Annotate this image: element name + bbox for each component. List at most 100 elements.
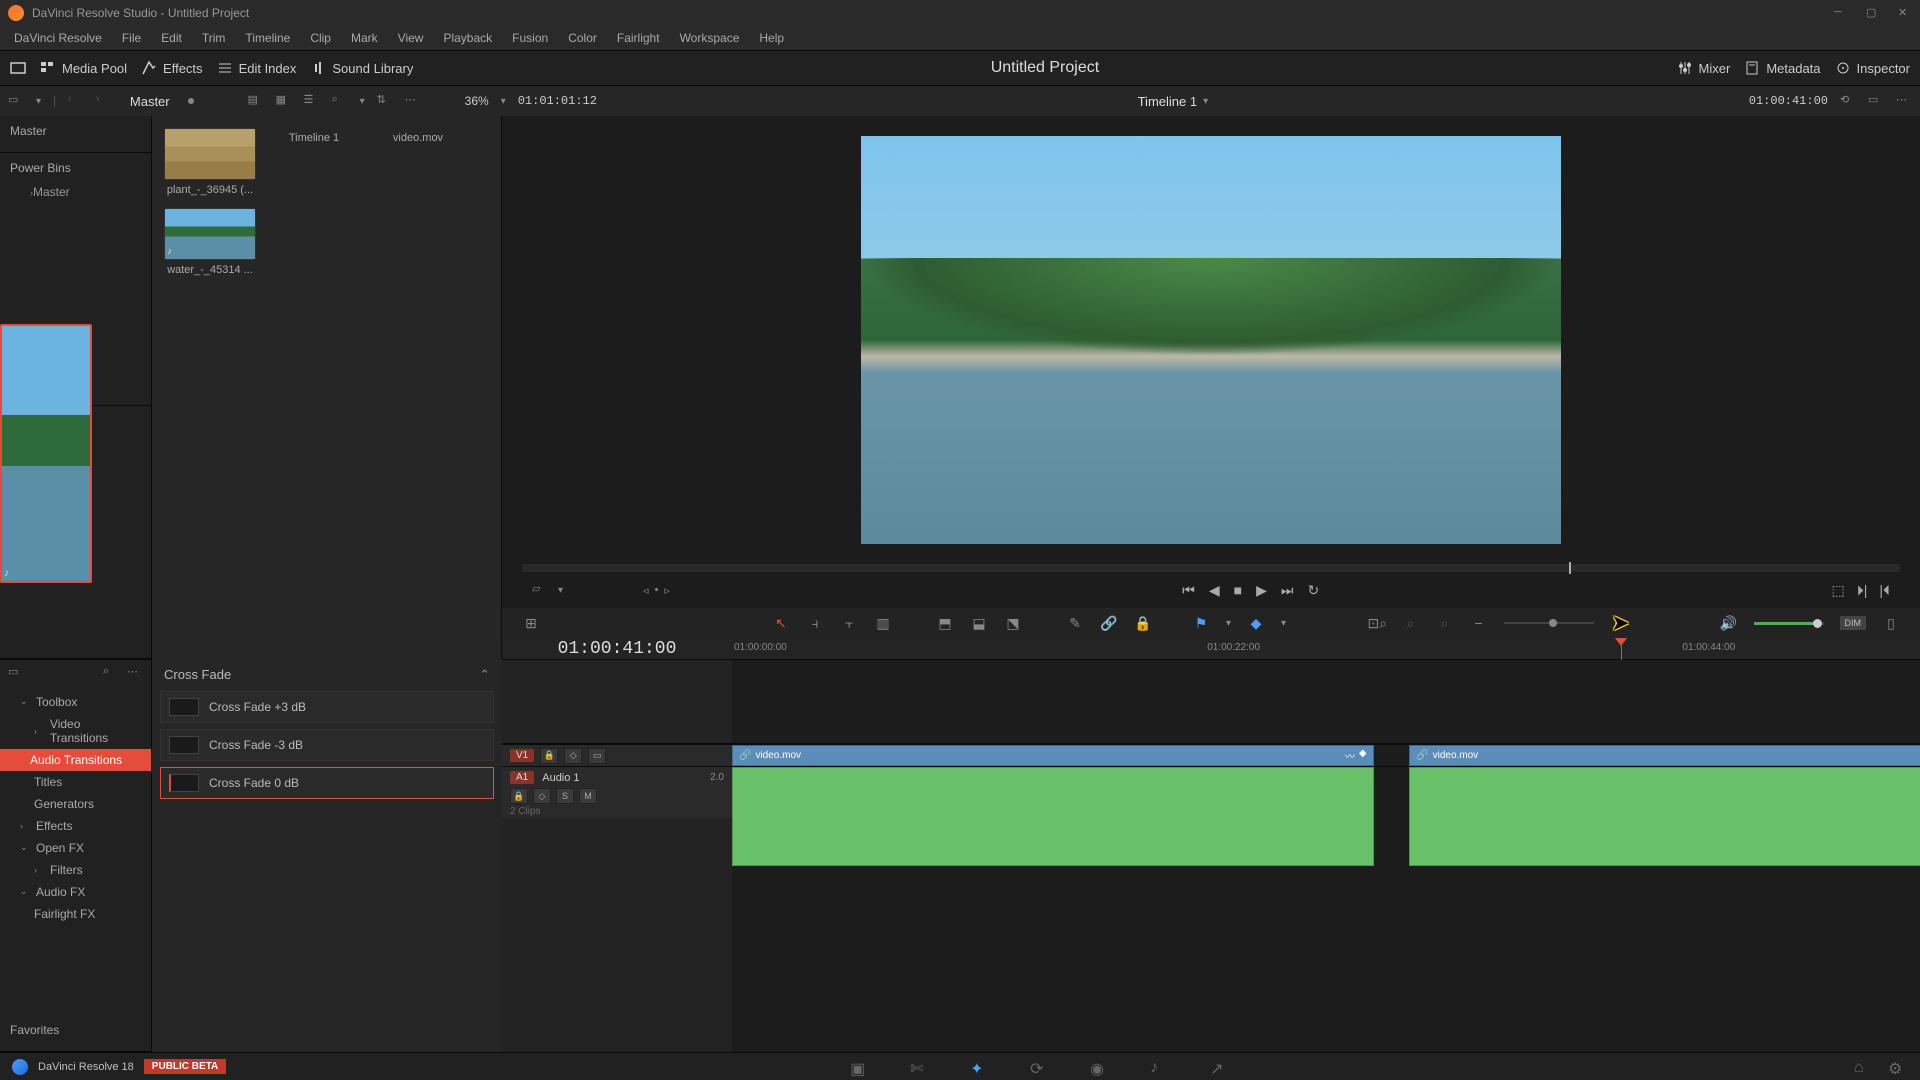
speaker-icon[interactable]: 🔊	[1720, 615, 1738, 632]
master-bin[interactable]: Master	[10, 124, 141, 138]
bin-path[interactable]: Master	[124, 94, 176, 109]
dim-button[interactable]: DIM	[1840, 616, 1867, 630]
fx-crossfade-0[interactable]: Cross Fade 0 dB	[160, 767, 494, 799]
in-point-icon[interactable]: ⏵|	[1857, 582, 1868, 599]
volume-slider[interactable]	[1754, 622, 1824, 625]
zoom-percent[interactable]: 36%	[465, 94, 489, 108]
chevron-down-icon[interactable]: ▾	[36, 96, 41, 107]
menu-help[interactable]: Help	[751, 29, 792, 47]
match-frame-icon[interactable]: ⬚	[1831, 582, 1844, 599]
marker-icon[interactable]: ◆	[1247, 615, 1265, 632]
options-dots-icon[interactable]: ⋯	[1896, 93, 1912, 109]
zoom-full-icon[interactable]: ⊡⌕	[1368, 615, 1386, 632]
fx-favorites[interactable]: Favorites	[10, 1023, 141, 1037]
video-clip-1[interactable]: 🔗 video.mov 〰◆	[732, 745, 1374, 766]
menu-color[interactable]: Color	[560, 29, 605, 47]
blade-tool[interactable]: ▥	[874, 615, 892, 632]
media-page-tab[interactable]: ▣	[850, 1059, 870, 1075]
layout-icon[interactable]	[10, 60, 26, 76]
menu-clip[interactable]: Clip	[302, 29, 339, 47]
stop-button[interactable]: ■	[1234, 582, 1242, 598]
fx-toolbox[interactable]: ⌄Toolbox	[0, 691, 151, 713]
a1-mute-button[interactable]: M	[579, 788, 597, 804]
audio-track-1[interactable]	[732, 766, 1920, 866]
v1-auto-icon[interactable]: ◇	[564, 748, 582, 764]
deliver-page-tab[interactable]: ↗	[1210, 1059, 1230, 1075]
effects-toggle[interactable]: Effects	[141, 60, 203, 76]
mixer-toggle[interactable]: Mixer	[1677, 60, 1731, 76]
menu-file[interactable]: File	[114, 29, 149, 47]
menu-fairlight[interactable]: Fairlight	[609, 29, 668, 47]
a1-track-header[interactable]: A1 Audio 1 2.0 🔒 ◇ S M 2	[502, 766, 732, 818]
audio-clip-1[interactable]	[732, 767, 1374, 866]
v1-badge[interactable]: V1	[510, 749, 534, 762]
fx-effects[interactable]: ›Effects	[0, 815, 151, 837]
menu-edit[interactable]: Edit	[153, 29, 190, 47]
v1-track-header[interactable]: V1 🔒 ◇ ▭	[502, 744, 732, 766]
metadata-toggle[interactable]: Metadata	[1744, 60, 1820, 76]
link-icon[interactable]: 🔗	[1100, 615, 1118, 632]
home-icon[interactable]: ⌂	[1854, 1059, 1874, 1075]
fx-fairlightfx[interactable]: Fairlight FX	[0, 903, 151, 925]
clip-timeline1[interactable]: Timeline 1	[268, 128, 360, 196]
single-viewer-icon[interactable]: ▭	[1868, 93, 1884, 109]
menu-trim[interactable]: Trim	[194, 29, 234, 47]
nav-back-icon[interactable]: ‹	[68, 93, 84, 109]
menu-fusion[interactable]: Fusion	[504, 29, 556, 47]
zoom-custom-icon[interactable]: ⌕	[1436, 615, 1454, 632]
v1-enable-icon[interactable]: ▭	[588, 748, 606, 764]
razor-icon[interactable]: ✎	[1066, 615, 1084, 632]
trim-tool[interactable]: ⫞	[806, 615, 824, 632]
fx-video-transitions[interactable]: ›Video Transitions	[0, 713, 151, 749]
minimize-button[interactable]: ─	[1834, 6, 1848, 20]
clip-water[interactable]: ♪ water_-_45314 ...	[164, 208, 256, 276]
overwrite-clip-icon[interactable]: ⬓	[970, 615, 988, 632]
a1-auto-icon[interactable]: ◇	[533, 788, 551, 804]
timeline-ruler[interactable]: 01:00:00:00 01:00:22:00 01:00:44:00	[732, 638, 1920, 659]
view-grid-icon[interactable]: ▦	[276, 93, 292, 109]
a1-solo-button[interactable]: S	[556, 788, 574, 804]
go-end-button[interactable]: ⏭	[1281, 582, 1294, 599]
menu-davinci[interactable]: DaVinci Resolve	[6, 29, 110, 47]
go-start-button[interactable]: ⏮	[1182, 582, 1195, 599]
fx-generators[interactable]: Generators	[0, 793, 151, 815]
fusion-page-tab[interactable]: ⟳	[1030, 1059, 1050, 1075]
view-list-icon[interactable]: ☰	[304, 93, 320, 109]
source-timecode[interactable]: 01:01:01:12	[518, 94, 597, 108]
fx-panel-icon[interactable]: ▭	[8, 665, 24, 681]
viewer[interactable]	[502, 116, 1920, 564]
close-button[interactable]: ✕	[1898, 6, 1912, 20]
media-pool-toggle[interactable]: Media Pool	[40, 60, 127, 76]
menu-workspace[interactable]: Workspace	[672, 29, 748, 47]
fx-audio-transitions[interactable]: Audio Transitions	[0, 749, 151, 771]
current-edit-icon[interactable]: •	[655, 584, 659, 597]
timeline-view-icon[interactable]: ⊞	[522, 615, 540, 632]
settings-icon[interactable]: ⚙	[1888, 1059, 1908, 1075]
powerbins-master[interactable]: ›Master	[10, 181, 141, 203]
nav-fwd-icon[interactable]: ›	[96, 93, 112, 109]
dynamic-trim-tool[interactable]: ⫟	[840, 615, 858, 632]
menu-timeline[interactable]: Timeline	[237, 29, 298, 47]
crop-chevron-icon[interactable]: ▾	[558, 585, 563, 596]
lock-icon[interactable]: 🔒	[1134, 615, 1152, 632]
menu-view[interactable]: View	[390, 29, 432, 47]
viewer-timecode[interactable]: 01:00:41:00	[1749, 94, 1828, 108]
a1-lock-icon[interactable]: 🔒	[510, 788, 528, 804]
audio-clip-2[interactable]	[1409, 767, 1920, 866]
next-edit-icon[interactable]: ▹	[664, 584, 670, 597]
timeline-name[interactable]: Timeline 1	[1138, 94, 1197, 109]
fx-crossfade-minus3[interactable]: Cross Fade -3 dB	[160, 729, 494, 761]
cut-page-tab[interactable]: ✄	[910, 1059, 930, 1075]
step-back-button[interactable]: ◀	[1209, 582, 1220, 599]
inspector-toggle[interactable]: Inspector	[1835, 60, 1910, 76]
fx-openfx[interactable]: ⌄Open FX	[0, 837, 151, 859]
out-point-icon[interactable]: |⏴	[1879, 582, 1890, 599]
mixer-panel-icon[interactable]: ▯	[1882, 615, 1900, 632]
video-clip-2[interactable]: 🔗 video.mov	[1409, 745, 1920, 766]
replace-clip-icon[interactable]: ⬔	[1004, 615, 1022, 632]
sound-library-toggle[interactable]: Sound Library	[310, 60, 413, 76]
bin-list-icon[interactable]: ▭	[8, 93, 24, 109]
search-chevron-icon[interactable]: ▾	[360, 96, 365, 107]
search-icon[interactable]: ⌕	[332, 93, 348, 109]
v1-lock-icon[interactable]: 🔒	[540, 748, 558, 764]
